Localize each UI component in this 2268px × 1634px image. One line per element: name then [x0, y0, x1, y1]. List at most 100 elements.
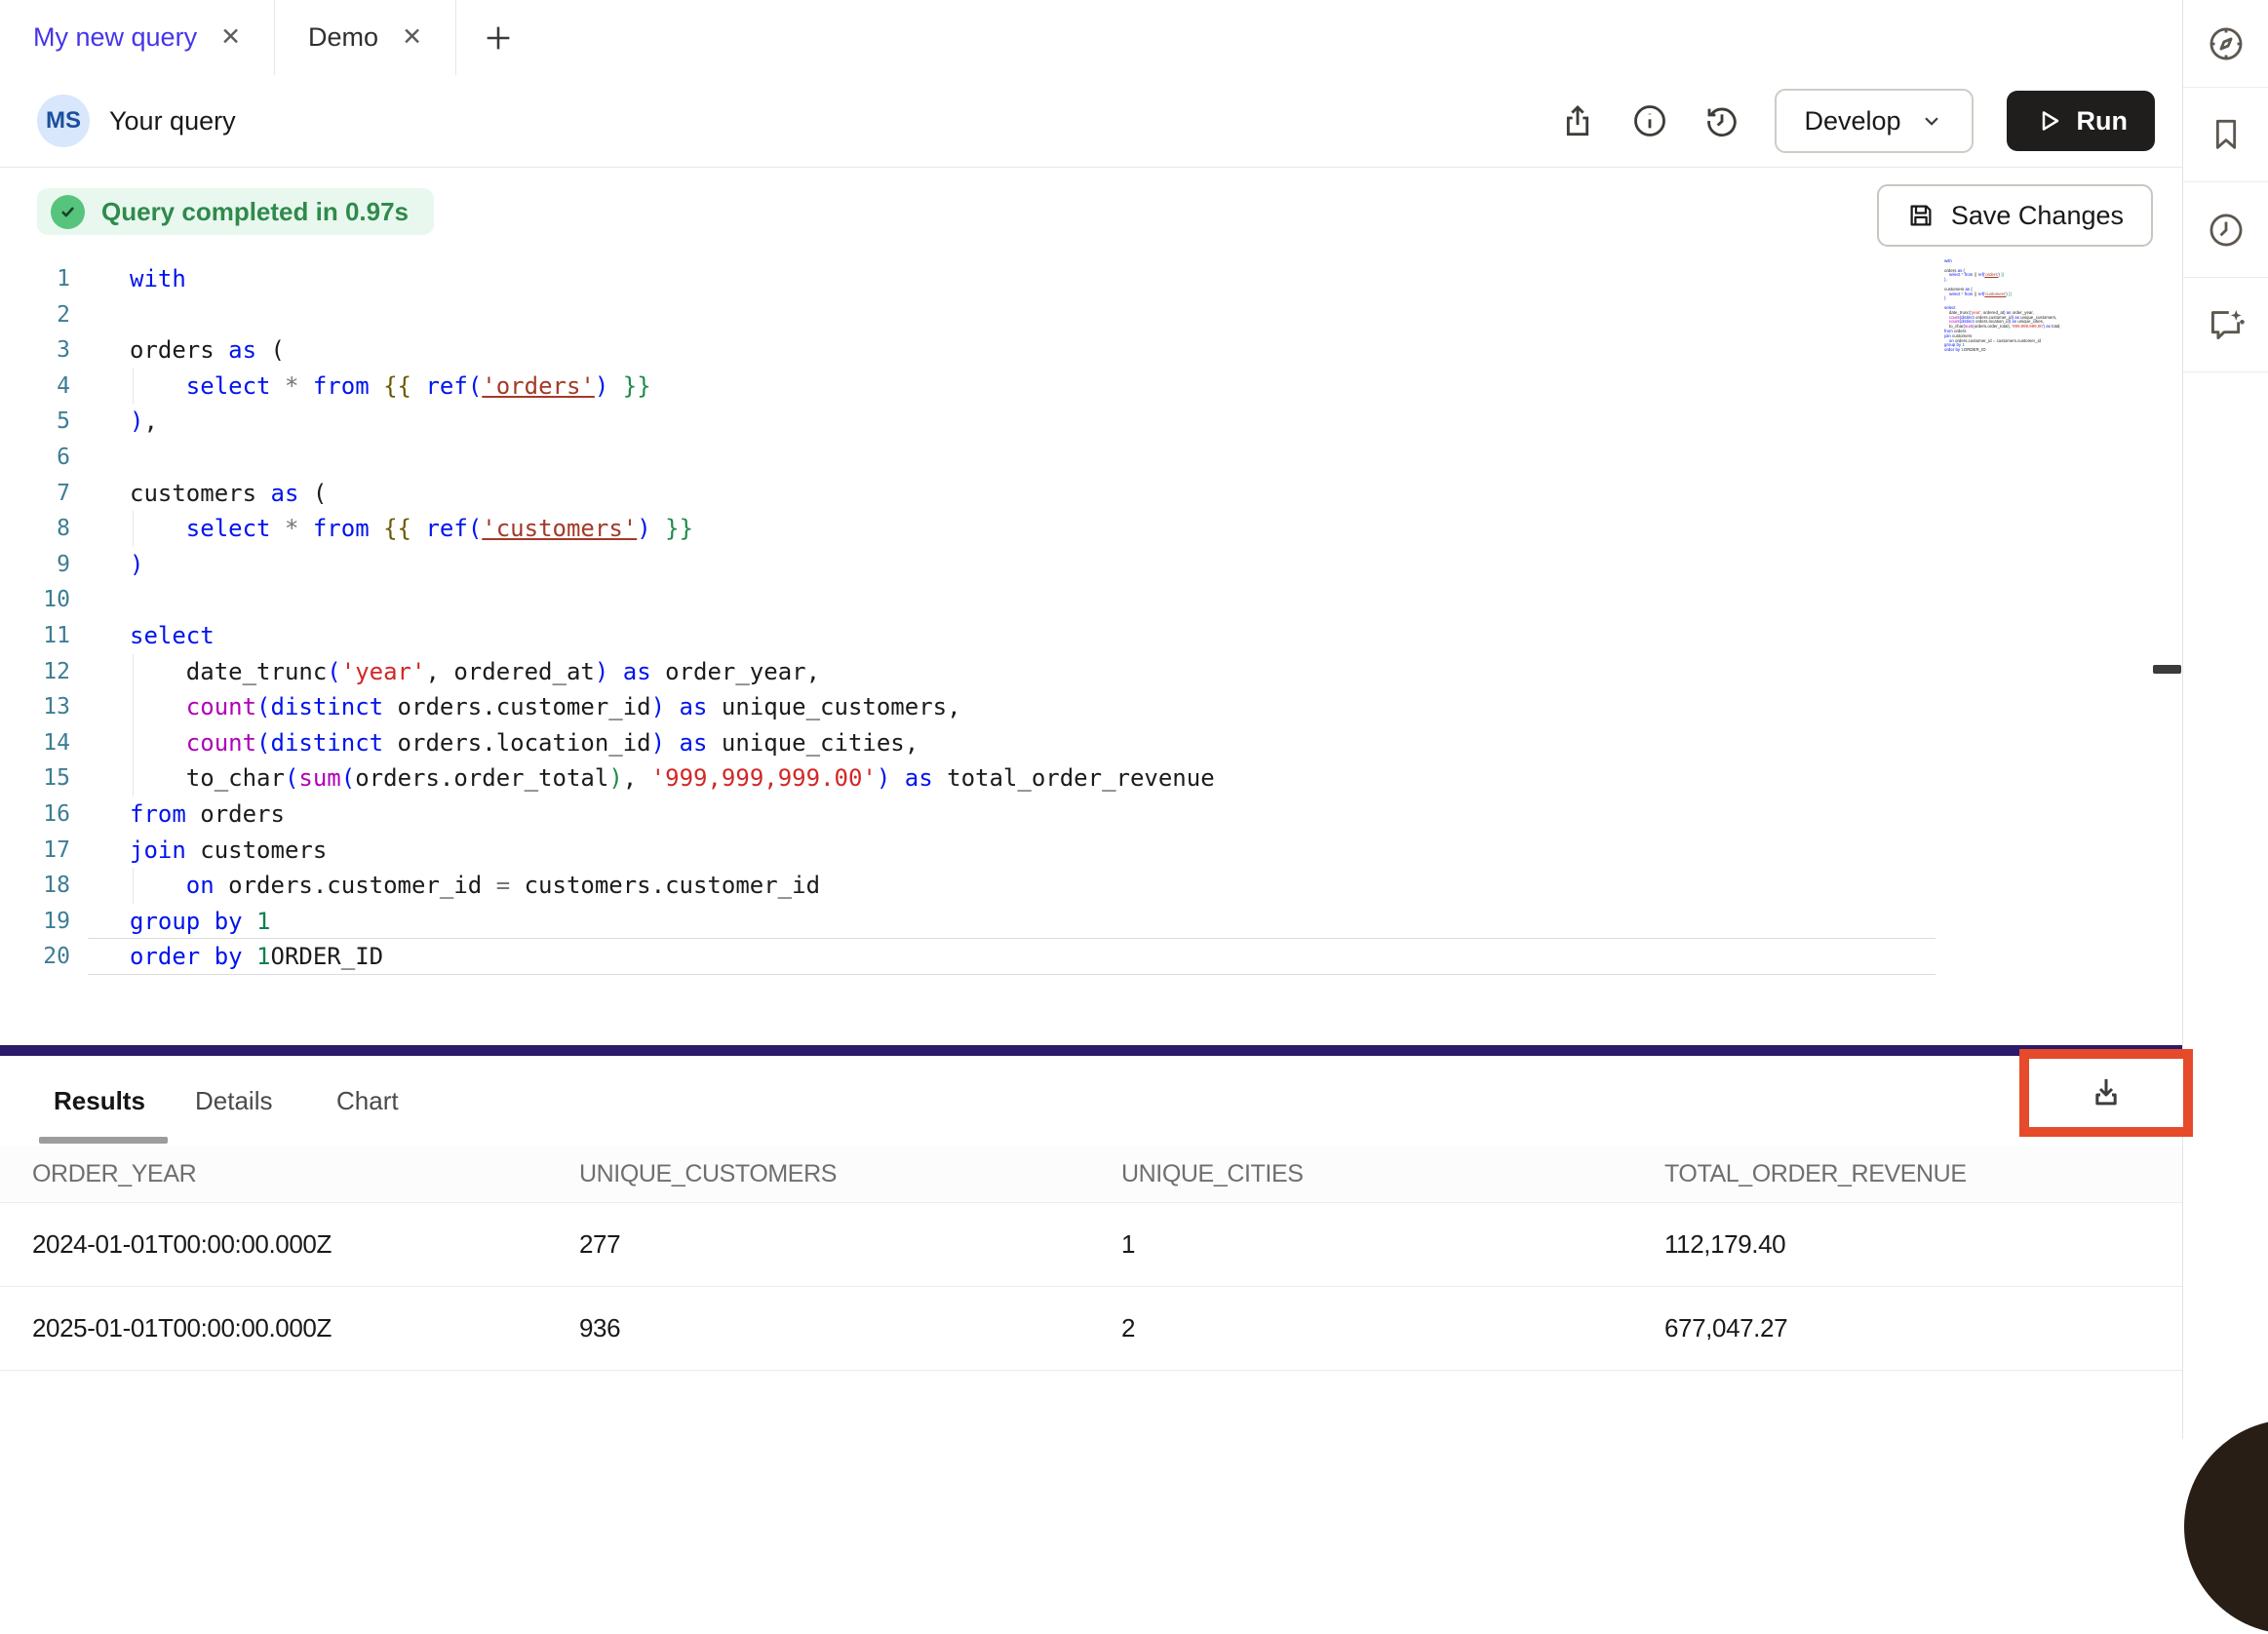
corner-floating-button[interactable] [2184, 1420, 2268, 1634]
tab-demo[interactable]: Demo ✕ [275, 0, 456, 75]
line-number: 19 [0, 904, 70, 940]
explore-button[interactable] [2183, 0, 2268, 88]
clock-icon [2206, 210, 2247, 251]
line-number: 8 [0, 511, 70, 547]
column-header[interactable]: UNIQUE_CITIES [1089, 1160, 1632, 1188]
tab-details[interactable]: Details [195, 1056, 272, 1146]
code-line[interactable]: 17join customers [0, 833, 1936, 869]
line-number: 3 [0, 332, 70, 369]
line-number: 16 [0, 797, 70, 833]
ai-comments-button[interactable] [2183, 278, 2268, 372]
code-line[interactable]: 16from orders [0, 797, 1936, 833]
history-button[interactable] [1702, 101, 1741, 140]
tab-bar: My new query ✕ Demo ✕ [0, 0, 2182, 76]
table-row[interactable]: 2025-01-01T00:00:00.000Z9362677,047.27 [0, 1287, 2182, 1371]
sql-editor[interactable]: Query completed in 0.97s Save Changes 1w… [0, 168, 2182, 1045]
save-label: Save Changes [1951, 201, 2124, 231]
table-cell: 936 [547, 1313, 1089, 1343]
table-cell: 2024-01-01T00:00:00.000Z [0, 1229, 547, 1260]
check-circle-icon [51, 195, 85, 229]
table-cell: 1 [1089, 1229, 1632, 1260]
scrollbar-thumb[interactable] [2153, 665, 2181, 674]
chevron-down-icon [1919, 108, 1944, 134]
column-header[interactable]: ORDER_YEAR [0, 1160, 547, 1188]
table-cell: 2 [1089, 1313, 1632, 1343]
table-cell: 112,179.40 [1632, 1229, 2182, 1260]
new-tab-button[interactable] [456, 0, 540, 75]
bookmark-icon [2207, 115, 2246, 154]
history-icon [1702, 101, 1741, 140]
download-results-button[interactable] [2087, 1073, 2126, 1112]
plus-icon [482, 21, 515, 55]
code-line[interactable]: 12 date_trunc('year', ordered_at) as ord… [0, 654, 1936, 690]
close-tab-icon[interactable]: ✕ [402, 25, 422, 50]
code-line[interactable]: 2 [0, 297, 1936, 333]
develop-label: Develop [1804, 106, 1900, 136]
panel-divider[interactable] [0, 1045, 2182, 1056]
tab-label: Demo [308, 22, 378, 53]
code-line[interactable]: 15 to_char(sum(orders.order_total), '999… [0, 760, 1936, 797]
results-tab-bar: Results Details Chart [0, 1056, 2182, 1146]
code-line[interactable]: 20order by 1ORDER_ID [0, 939, 1936, 975]
tab-chart[interactable]: Chart [336, 1056, 399, 1146]
line-number: 6 [0, 440, 70, 476]
line-number: 12 [0, 654, 70, 690]
tab-results[interactable]: Results [54, 1056, 145, 1146]
line-number: 5 [0, 404, 70, 440]
line-number: 10 [0, 582, 70, 618]
code-line[interactable]: 19group by 1 [0, 904, 1936, 940]
code-line[interactable]: 10 [0, 582, 1936, 618]
code-line[interactable]: 9) [0, 547, 1936, 583]
share-icon [1558, 101, 1597, 140]
save-icon [1906, 201, 1936, 230]
line-number: 15 [0, 760, 70, 797]
code-line[interactable]: 7customers as ( [0, 476, 1936, 512]
line-number: 4 [0, 369, 70, 405]
table-cell: 2025-01-01T00:00:00.000Z [0, 1313, 547, 1343]
line-number: 13 [0, 689, 70, 725]
code-line[interactable]: 8 select * from {{ ref('customers') }} [0, 511, 1936, 547]
minimap[interactable]: 1with23orders as (4 select * from {{ ref… [1938, 259, 2060, 353]
info-button[interactable] [1630, 101, 1669, 140]
query-header: MS Your query Develop [0, 75, 2182, 168]
line-number: 1 [0, 261, 70, 297]
share-button[interactable] [1558, 101, 1597, 140]
close-tab-icon[interactable]: ✕ [220, 25, 241, 50]
code-line[interactable]: 18 on orders.customer_id = customers.cus… [0, 868, 1936, 904]
line-number: 11 [0, 618, 70, 654]
code-line[interactable]: 4 select * from {{ ref('orders') }} [0, 369, 1936, 405]
code-line[interactable]: 5), [0, 404, 1936, 440]
line-number: 9 [0, 547, 70, 583]
code-line[interactable]: 13 count(distinct orders.customer_id) as… [0, 689, 1936, 725]
page-title: Your query [109, 106, 236, 136]
column-header[interactable]: UNIQUE_CUSTOMERS [547, 1160, 1089, 1188]
save-changes-button[interactable]: Save Changes [1877, 184, 2153, 247]
code-line[interactable]: 11select [0, 618, 1936, 654]
line-number: 2 [0, 297, 70, 333]
run-label: Run [2077, 106, 2128, 136]
results-panel: Results Details Chart ORDER_YEARUNIQUE_C… [0, 1056, 2182, 1439]
status-badge: Query completed in 0.97s [37, 188, 434, 235]
comment-sparkle-icon [2205, 303, 2248, 346]
history-panel-button[interactable] [2183, 182, 2268, 278]
line-number: 7 [0, 476, 70, 512]
code-line[interactable]: 3orders as ( [0, 332, 1936, 369]
code-area[interactable]: 1with23orders as (4 select * from {{ ref… [0, 261, 1936, 975]
compass-icon [2206, 23, 2247, 64]
line-number: 14 [0, 725, 70, 761]
table-cell: 277 [547, 1229, 1089, 1260]
download-annotation-highlight [2019, 1049, 2193, 1137]
code-line[interactable]: 1with [0, 261, 1936, 297]
avatar: MS [37, 95, 90, 147]
info-icon [1630, 101, 1669, 140]
table-row[interactable]: 2024-01-01T00:00:00.000Z2771112,179.40 [0, 1203, 2182, 1287]
run-button[interactable]: Run [2007, 91, 2155, 151]
code-line[interactable]: 6 [0, 440, 1936, 476]
code-line[interactable]: 20order by 1ORDER_ID [1938, 348, 2060, 353]
bookmarks-button[interactable] [2183, 88, 2268, 182]
tab-my-new-query[interactable]: My new query ✕ [0, 0, 275, 75]
results-table: ORDER_YEARUNIQUE_CUSTOMERSUNIQUE_CITIEST… [0, 1146, 2182, 1371]
column-header[interactable]: TOTAL_ORDER_REVENUE [1632, 1160, 2182, 1188]
develop-dropdown[interactable]: Develop [1775, 89, 1973, 153]
code-line[interactable]: 14 count(distinct orders.location_id) as… [0, 725, 1936, 761]
